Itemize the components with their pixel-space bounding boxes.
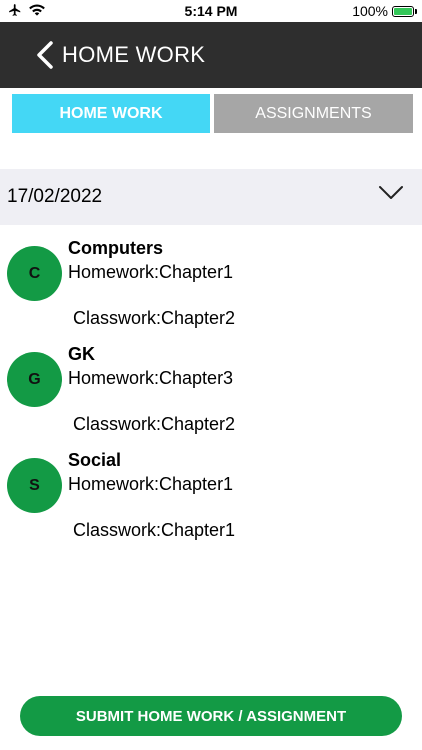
classwork-text: Classwork:Chapter1 [73,520,236,540]
status-bar: 5:14 PM 100% [0,0,422,22]
classwork-text: Classwork:Chapter2 [73,308,236,328]
tab-home-work[interactable]: HOME WORK [12,94,210,133]
subject-name: GK [68,344,95,364]
homework-text: Homework:Chapter3 [68,368,234,388]
list-item[interactable]: C Computers Homework:Chapter1 Classwork:… [0,238,422,344]
subject-name: Computers [68,238,164,258]
tab-assignments[interactable]: ASSIGNMENTS [214,94,413,133]
header-bar: HOME WORK [0,22,422,88]
homework-text: Homework:Chapter1 [68,262,234,282]
tab-bar: HOME WORK ASSIGNMENTS [12,94,413,133]
classwork-text: Classwork:Chapter2 [73,414,236,434]
page-title: HOME WORK [62,42,206,67]
battery-percent: 100% [352,3,388,19]
homework-text: Homework:Chapter1 [68,474,234,494]
avatar: G [7,352,62,407]
status-right: 100% [352,3,417,19]
date-value: 17/02/2022 [7,186,103,207]
date-selector[interactable]: 17/02/2022 [0,169,422,225]
avatar: C [7,246,62,301]
battery-fill [394,7,412,15]
subject-name: Social [68,450,122,470]
list-item[interactable]: G GK Homework:Chapter3 Classwork:Chapter… [0,344,422,450]
battery-icon [392,5,417,17]
submit-homework-button[interactable]: SUBMIT HOME WORK / ASSIGNMENT [20,696,402,736]
list-item[interactable]: S Social Homework:Chapter1 Classwork:Cha… [0,450,422,556]
chevron-down-icon[interactable] [378,185,404,201]
chevron-left-icon[interactable] [36,41,54,69]
avatar: S [7,458,62,513]
